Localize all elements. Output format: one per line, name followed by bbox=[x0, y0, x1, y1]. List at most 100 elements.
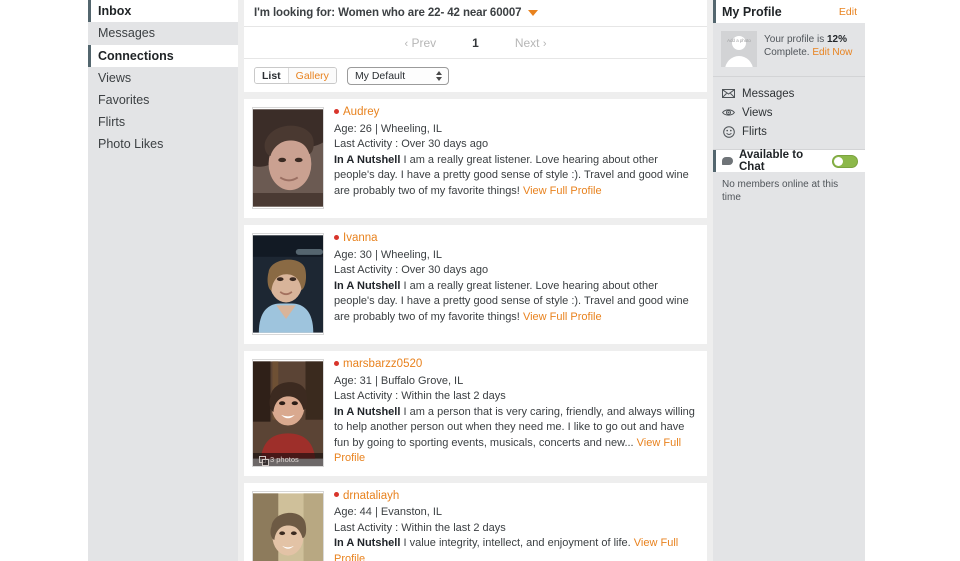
username-row: drnataliayh bbox=[334, 491, 697, 503]
next-page-label: Next bbox=[515, 36, 540, 50]
chevron-right-icon: › bbox=[543, 38, 547, 50]
sidebar-item-favorites[interactable]: Favorites bbox=[88, 89, 238, 111]
sidebar-item-photo-likes[interactable]: Photo Likes bbox=[88, 133, 238, 155]
chat-bubble-icon bbox=[722, 157, 733, 165]
main-content: I'm looking for: Women who are 22- 42 ne… bbox=[238, 0, 713, 561]
nutshell-block: In A Nutshell I am a really great listen… bbox=[334, 153, 697, 200]
view-options-bar: List Gallery My Default bbox=[244, 59, 707, 92]
my-profile-title: My Profile bbox=[722, 5, 782, 19]
username-link[interactable]: marsbarzz0520 bbox=[343, 359, 422, 371]
profile-photo bbox=[253, 492, 323, 561]
nutshell-block: In A Nutshell I am a person that is very… bbox=[334, 405, 697, 467]
profile-info: Ivanna Age: 30 | Wheeling, IL Last Activ… bbox=[334, 233, 697, 335]
avatar-placeholder[interactable]: Add a photo bbox=[721, 31, 757, 67]
sidebar-item-messages[interactable]: Messages bbox=[88, 22, 238, 44]
smiley-icon bbox=[722, 125, 735, 138]
next-page-button[interactable]: Next › bbox=[515, 36, 547, 50]
sidebar-item-inbox[interactable]: Inbox bbox=[88, 0, 238, 22]
sidebar-item-label: Photo Likes bbox=[98, 137, 163, 151]
nutshell-block: In A Nutshell I am a really great listen… bbox=[334, 279, 697, 326]
result-card[interactable]: 3 photos marsbarzz0520 Age: 31 | Buffalo… bbox=[244, 351, 707, 476]
sidebar-item-views[interactable]: Views bbox=[88, 67, 238, 89]
username-link[interactable]: Ivanna bbox=[343, 233, 378, 245]
sidebar-item-label: Views bbox=[98, 71, 131, 85]
completion-suffix: Complete. bbox=[764, 47, 812, 58]
quick-link-label: Flirts bbox=[742, 126, 767, 138]
photo-stack-icon bbox=[259, 456, 266, 463]
chat-empty-note: No members online at this time bbox=[713, 172, 865, 204]
profile-photo bbox=[253, 108, 323, 208]
avatar-caption: Add a photo bbox=[721, 38, 757, 43]
age-location: Age: 44 | Evanston, IL bbox=[334, 505, 697, 521]
pagination: ‹ Prev 1 Next › bbox=[244, 27, 707, 59]
username-row: marsbarzz0520 bbox=[334, 359, 697, 371]
chevron-left-icon: ‹ bbox=[404, 38, 408, 50]
age-location: Age: 26 | Wheeling, IL bbox=[334, 122, 697, 138]
my-profile-header: My Profile Edit bbox=[713, 0, 865, 23]
filter-bar[interactable]: I'm looking for: Women who are 22- 42 ne… bbox=[244, 0, 707, 27]
edit-now-link[interactable]: Edit Now bbox=[812, 47, 852, 58]
profile-info: marsbarzz0520 Age: 31 | Buffalo Grove, I… bbox=[334, 359, 697, 467]
online-status-dot bbox=[334, 361, 339, 366]
online-status-dot bbox=[334, 235, 339, 240]
chevron-down-icon[interactable] bbox=[528, 10, 538, 16]
profile-thumbnail[interactable]: 3 photos bbox=[252, 359, 324, 467]
view-mode-toggle: List Gallery bbox=[254, 67, 337, 84]
username-link[interactable]: Audrey bbox=[343, 107, 379, 119]
left-sidebar: Inbox Messages Connections Views Favorit… bbox=[88, 0, 238, 561]
completion-percent: 12% bbox=[827, 34, 847, 45]
result-card[interactable]: Ivanna Age: 30 | Wheeling, IL Last Activ… bbox=[244, 225, 707, 344]
toggle-knob bbox=[834, 157, 843, 166]
quick-link-flirts[interactable]: Flirts bbox=[722, 122, 865, 141]
sidebar-item-label: Connections bbox=[98, 49, 174, 63]
age-location: Age: 30 | Wheeling, IL bbox=[334, 248, 697, 264]
profile-photo bbox=[253, 360, 323, 460]
online-status-dot bbox=[334, 492, 339, 497]
quick-link-views[interactable]: Views bbox=[722, 103, 865, 122]
quick-link-label: Views bbox=[742, 107, 772, 119]
right-gutter bbox=[865, 0, 960, 561]
profile-thumbnail[interactable] bbox=[252, 107, 324, 209]
result-card[interactable]: drnataliayh Age: 44 | Evanston, IL Last … bbox=[244, 483, 707, 561]
sidebar-item-connections[interactable]: Connections bbox=[88, 45, 238, 67]
age-location: Age: 31 | Buffalo Grove, IL bbox=[334, 374, 697, 390]
completion-text: Your profile is 12% Complete. Edit Now bbox=[764, 31, 857, 59]
profile-info: drnataliayh Age: 44 | Evanston, IL Last … bbox=[334, 491, 697, 561]
filter-summary-text: I'm looking for: Women who are 22- 42 ne… bbox=[254, 7, 521, 19]
sidebar-item-label: Flirts bbox=[98, 115, 125, 129]
sidebar-item-label: Messages bbox=[98, 26, 155, 40]
online-status-dot bbox=[334, 109, 339, 114]
profile-thumbnail[interactable] bbox=[252, 233, 324, 335]
view-full-profile-link[interactable]: View Full Profile bbox=[523, 185, 602, 197]
result-card[interactable]: Audrey Age: 26 | Wheeling, IL Last Activ… bbox=[244, 99, 707, 218]
envelope-icon bbox=[722, 87, 735, 100]
view-mode-gallery-button[interactable]: Gallery bbox=[288, 68, 336, 83]
stepper-updown-icon[interactable] bbox=[436, 71, 442, 81]
avatar-body-shape bbox=[725, 56, 753, 67]
sort-select-value: My Default bbox=[348, 70, 405, 82]
eye-icon bbox=[722, 106, 735, 119]
available-to-chat-toggle[interactable] bbox=[832, 155, 858, 168]
view-mode-list-button[interactable]: List bbox=[255, 68, 288, 83]
nutshell-label: In A Nutshell bbox=[334, 280, 400, 292]
current-page-number[interactable]: 1 bbox=[472, 36, 479, 50]
nutshell-label: In A Nutshell bbox=[334, 154, 400, 166]
username-link[interactable]: drnataliayh bbox=[343, 491, 399, 503]
edit-profile-link[interactable]: Edit bbox=[839, 6, 857, 18]
profile-thumbnail[interactable] bbox=[252, 491, 324, 561]
quick-link-label: Messages bbox=[742, 88, 794, 100]
completion-prefix: Your profile is bbox=[764, 34, 827, 45]
nutshell-text: I value integrity, intellect, and enjoym… bbox=[400, 537, 633, 549]
available-to-chat-label: Available to Chat bbox=[739, 149, 826, 173]
quick-link-messages[interactable]: Messages bbox=[722, 84, 865, 103]
sidebar-item-flirts[interactable]: Flirts bbox=[88, 111, 238, 133]
search-controls-panel: I'm looking for: Women who are 22- 42 ne… bbox=[244, 0, 707, 92]
prev-page-label: Prev bbox=[411, 36, 436, 50]
last-activity: Last Activity : Over 30 days ago bbox=[334, 137, 697, 153]
view-full-profile-link[interactable]: View Full Profile bbox=[523, 311, 602, 323]
profile-photo bbox=[253, 234, 323, 334]
sort-select[interactable]: My Default bbox=[347, 67, 449, 85]
sidebar-item-label: Inbox bbox=[98, 4, 131, 18]
last-activity: Last Activity : Within the last 2 days bbox=[334, 521, 697, 537]
prev-page-button[interactable]: ‹ Prev bbox=[404, 36, 436, 50]
